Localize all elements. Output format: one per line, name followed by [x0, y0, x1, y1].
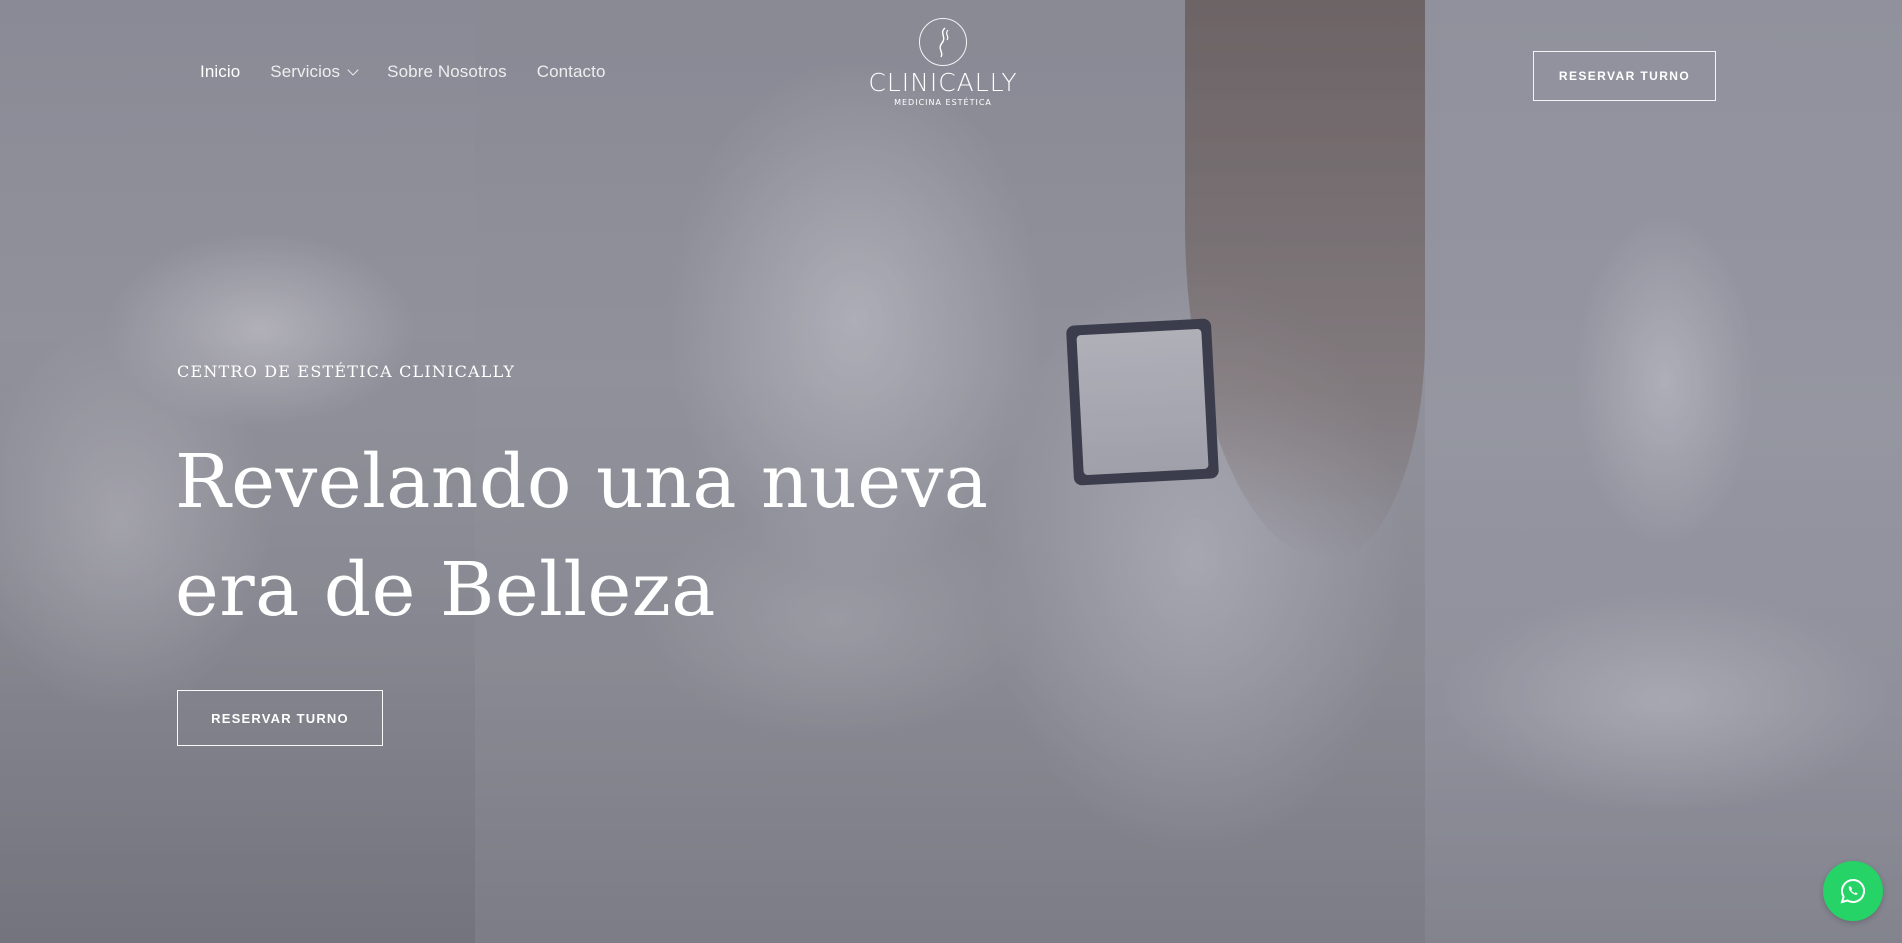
logo-mark-icon	[919, 18, 967, 66]
nav-item-label: Inicio	[200, 62, 241, 81]
hero-eyebrow: CENTRO DE ESTÉTICA CLINICALLY	[177, 362, 516, 381]
main-nav: Inicio Servicios Sobre Nosotros Contacto	[200, 62, 636, 82]
nav-item-inicio[interactable]: Inicio	[200, 62, 240, 82]
whatsapp-icon	[1840, 878, 1865, 904]
nav-item-label: Contacto	[536, 62, 606, 81]
chevron-down-icon	[347, 64, 359, 76]
nav-item-servicios[interactable]: Servicios	[270, 62, 359, 82]
nav-item-sobre-nosotros[interactable]: Sobre Nosotros	[387, 62, 507, 82]
logo[interactable]: CLINICALLY MEDICINA ESTÉTICA	[862, 18, 1024, 107]
nav-item-label: Servicios	[270, 62, 341, 81]
nav-item-label: Sobre Nosotros	[387, 62, 507, 81]
whatsapp-button[interactable]	[1823, 861, 1883, 921]
hero-headline: Revelando una nueva era de Belleza	[175, 428, 1075, 644]
hero-section: Inicio Servicios Sobre Nosotros Contacto…	[0, 0, 1902, 943]
hero-headline-line2: era de Belleza	[175, 547, 716, 633]
hero-headline-line1: Revelando una nueva	[175, 439, 989, 525]
logo-tagline: MEDICINA ESTÉTICA	[894, 98, 992, 107]
nav-item-contacto[interactable]: Contacto	[537, 62, 606, 82]
hero-book-button[interactable]: RESERVAR TURNO	[177, 690, 383, 746]
logo-name: CLINICALLY	[868, 68, 1018, 97]
header-book-button[interactable]: RESERVAR TURNO	[1533, 51, 1716, 101]
